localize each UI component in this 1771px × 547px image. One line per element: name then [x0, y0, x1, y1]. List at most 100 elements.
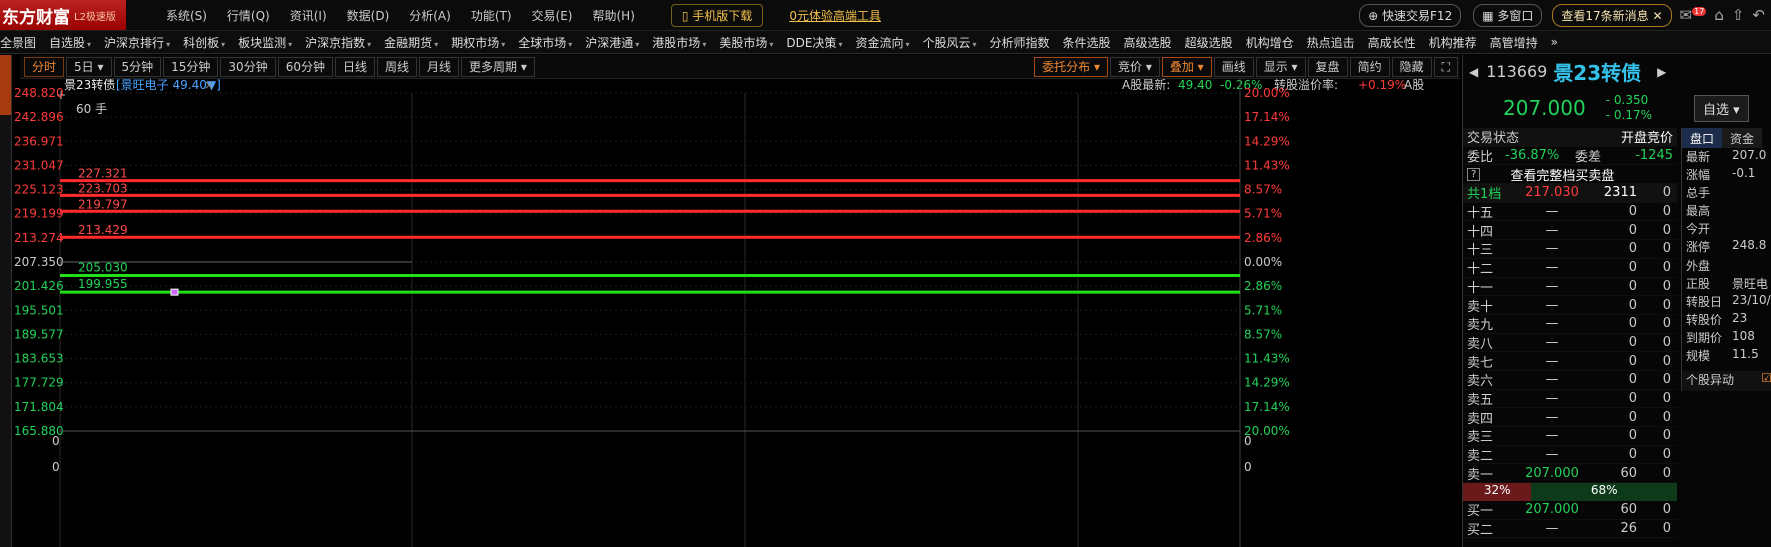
chart-tool-6[interactable]: 简约	[1349, 56, 1390, 77]
price-block: 207.000 - 0.350- 0.17% 自选 ▾	[1463, 88, 1771, 128]
mail-badge: 17	[1692, 7, 1707, 16]
nav-item-15[interactable]: 分析师指数	[990, 34, 1050, 51]
menu-item-6[interactable]: 交易(E)	[532, 9, 573, 23]
home-icon[interactable]: ⌂	[1714, 6, 1724, 24]
side-value-7: 景旺电	[1732, 276, 1769, 291]
nav-item-24[interactable]: »	[1551, 35, 1558, 49]
nav-item-2[interactable]: 沪深京排行 ▾	[104, 34, 170, 51]
mail-icon[interactable]: ✉ 17	[1680, 6, 1707, 24]
menu-item-4[interactable]: 分析(A)	[409, 9, 451, 23]
nav-item-19[interactable]: 机构增仓	[1246, 34, 1294, 51]
side-label-7: 正股	[1686, 276, 1711, 291]
multi-window-button[interactable]: ▦ 多窗口	[1473, 3, 1543, 27]
nav-item-4[interactable]: 板块监测 ▾	[238, 34, 292, 51]
side-row-11: 规模 11.5	[1682, 347, 1771, 365]
add-watchlist-button[interactable]: 自选 ▾	[1693, 94, 1749, 122]
nav-item-23[interactable]: 高管增持	[1490, 34, 1538, 51]
nav-item-5[interactable]: 沪深京指数 ▾	[305, 34, 371, 51]
chart-tool-3[interactable]: 画线	[1213, 56, 1254, 77]
ask-row-7-label: 卖八	[1467, 336, 1494, 352]
ask-row-2-price: —	[1545, 241, 1559, 257]
nav-item-20[interactable]: 热点追击	[1307, 34, 1355, 51]
prev-stock-icon[interactable]: ◀	[1469, 65, 1478, 79]
chevron-down-icon: ▾	[501, 39, 506, 49]
ask-row-8-label: 卖七	[1467, 355, 1494, 371]
nav-item-13[interactable]: 资金流向 ▾	[855, 34, 909, 51]
side-tab-1[interactable]: 资金	[1722, 128, 1763, 148]
intraday-chart[interactable]: 景23转债 [景旺电子 49.40▼] × A股最新: 49.40 -0.26% 转股溢价率…	[12, 79, 1460, 547]
period-tab-3[interactable]: 15分钟	[163, 56, 219, 77]
nav-item-7[interactable]: 期权市场 ▾	[451, 34, 505, 51]
nav-item-10[interactable]: 港股市场 ▾	[652, 34, 706, 51]
fullscreen-icon[interactable]: ⛶	[1433, 56, 1458, 77]
ask-row-8-price: —	[1545, 353, 1559, 369]
ask-row-4-change: 0	[1662, 278, 1671, 294]
period-tab-8[interactable]: 月线	[419, 56, 460, 77]
menu-item-2[interactable]: 资讯(I)	[290, 9, 327, 23]
ask-row-6-label: 卖九	[1467, 318, 1494, 334]
left-tab-active[interactable]	[0, 55, 11, 115]
menu-item-1[interactable]: 行情(Q)	[227, 9, 270, 23]
menu-item-3[interactable]: 数据(D)	[347, 9, 390, 23]
checkbox-icon[interactable]: ☑	[1761, 371, 1771, 391]
left-side-tabs[interactable]	[0, 55, 12, 547]
period-tab-6[interactable]: 日线	[334, 56, 375, 77]
nav-item-1[interactable]: 自选股 ▾	[49, 34, 91, 51]
nav-item-17[interactable]: 高级选股	[1124, 34, 1172, 51]
nav-item-3[interactable]: 科创板 ▾	[183, 34, 225, 51]
commission-ratio-row: 委比 -36.87% 委差 -1245	[1463, 147, 1677, 166]
chart-svg[interactable]: 景23转债 [景旺电子 49.40▼]× A股最新: 49.40 -0.26% 转股溢价率…	[12, 79, 1460, 547]
period-tab-1[interactable]: 5日 ▾	[66, 56, 112, 77]
abnormal-row[interactable]: 个股异动 ☑	[1682, 371, 1771, 392]
nav-item-9[interactable]: 沪深港通 ▾	[585, 34, 639, 51]
period-tab-0[interactable]: 分时	[24, 56, 65, 77]
period-tab-4[interactable]: 30分钟	[220, 56, 276, 77]
chart-tool-0[interactable]: 委托分布 ▾	[1034, 56, 1108, 77]
full-book-row[interactable]: ? 查看完整档买卖盘	[1463, 165, 1677, 185]
menu-item-0[interactable]: 系统(S)	[166, 9, 207, 23]
up-icon[interactable]: ⇧	[1732, 6, 1745, 24]
mobile-download-button[interactable]: ▯ 手机版下载	[670, 3, 764, 27]
nav-item-12[interactable]: DDE决策 ▾	[786, 34, 842, 51]
nav-item-18[interactable]: 超级选股	[1185, 34, 1233, 51]
menu-item-5[interactable]: 功能(T)	[471, 9, 512, 23]
ask-row-6-price: —	[1545, 316, 1559, 332]
chart-tool-5[interactable]: 复盘	[1307, 56, 1348, 77]
help-icon: ?	[1467, 167, 1481, 181]
nav-item-21[interactable]: 高成长性	[1368, 34, 1416, 51]
side-tab-0[interactable]: 盘口	[1682, 128, 1723, 148]
green-level-label-0: 205.030	[78, 260, 128, 274]
next-stock-icon[interactable]: ▶	[1657, 65, 1666, 79]
chart-tool-2[interactable]: 叠加 ▾	[1161, 56, 1212, 77]
ask-row-7-price: —	[1545, 334, 1559, 350]
chart-tool-7[interactable]: 隐藏	[1391, 56, 1432, 77]
messages-button[interactable]: 查看17条新消息 ✕	[1552, 3, 1672, 27]
period-tab-5[interactable]: 60分钟	[277, 56, 333, 77]
nav-item-6[interactable]: 金融期货 ▾	[384, 34, 438, 51]
nav-item-16[interactable]: 条件选股	[1063, 34, 1111, 51]
nav-item-14[interactable]: 个股风云 ▾	[922, 34, 976, 51]
side-row-3: 最高	[1682, 202, 1771, 220]
nav-item-8[interactable]: 全球市场 ▾	[518, 34, 572, 51]
back-icon[interactable]: ↶	[1752, 6, 1765, 24]
right-tick-0: 20.00%	[1244, 86, 1290, 100]
ask-row-1-change: 0	[1662, 222, 1671, 238]
chart-tool-1[interactable]: 竞价 ▾	[1110, 56, 1160, 77]
nav-item-22[interactable]: 机构推荐	[1429, 34, 1477, 51]
status-label: 交易状态	[1467, 131, 1520, 147]
period-tab-7[interactable]: 周线	[377, 56, 418, 77]
menu-item-7[interactable]: 帮助(H)	[592, 9, 634, 23]
ask-row-8-volume: 0	[1628, 353, 1637, 369]
quick-trade-button[interactable]: ⊕ 快速交易F12	[1359, 3, 1462, 27]
period-tab-2[interactable]: 5分钟	[113, 56, 162, 77]
nav-item-0[interactable]: 全景图	[0, 34, 36, 51]
full-book-link[interactable]: 查看完整档买卖盘	[1510, 165, 1614, 184]
nav-item-11[interactable]: 美股市场 ▾	[719, 34, 773, 51]
multi-window-label: 多窗口	[1497, 8, 1534, 23]
buy-sell-ratio-bar: 32% 68%	[1463, 483, 1677, 502]
ask-row-9-price: —	[1545, 372, 1559, 388]
period-tab-9[interactable]: 更多周期 ▾	[461, 56, 535, 77]
trial-link[interactable]: 0元体验高端工具	[789, 7, 881, 24]
total-row-volume: 2311	[1603, 185, 1637, 201]
chart-tool-4[interactable]: 显示 ▾	[1255, 56, 1306, 77]
